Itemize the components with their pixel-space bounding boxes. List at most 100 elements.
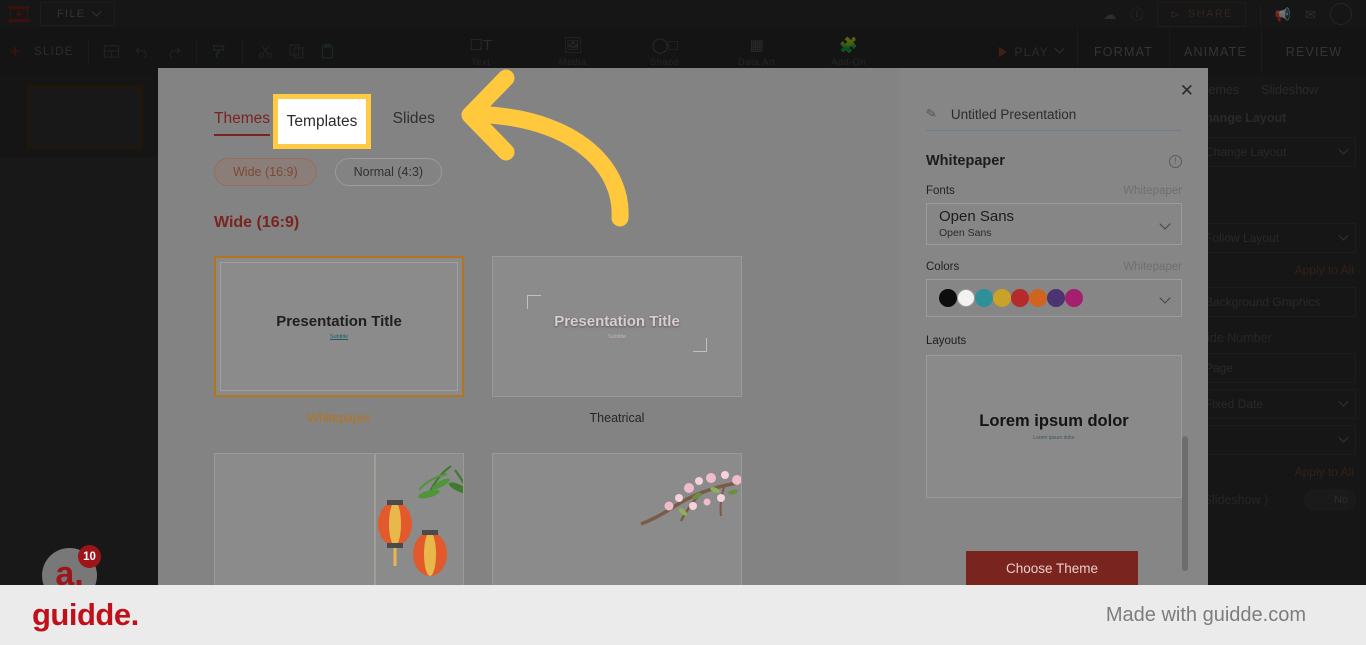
tab-templates[interactable]: Templates bbox=[273, 94, 371, 149]
share-button[interactable]: ⊳ SHARE bbox=[1157, 1, 1246, 27]
apply-to-all-link[interactable]: Apply to All bbox=[1186, 259, 1366, 281]
font-secondary: Open Sans bbox=[939, 226, 992, 239]
presentation-name[interactable]: Untitled Presentation bbox=[951, 107, 1076, 122]
color-swatch[interactable] bbox=[1011, 289, 1029, 307]
pencil-icon[interactable]: ✎ bbox=[925, 105, 939, 123]
insert-tool-add-on[interactable]: 🧩 Add-On bbox=[822, 36, 876, 68]
add-slide-plus-icon[interactable]: + bbox=[10, 42, 20, 62]
colors-label: Colors bbox=[926, 261, 960, 273]
share-label: SHARE bbox=[1188, 8, 1233, 20]
color-swatch[interactable] bbox=[957, 289, 975, 307]
change-layout-heading: Change Layout bbox=[1196, 111, 1287, 125]
insert-tool-data-art[interactable]: ▦ Data Art bbox=[730, 36, 784, 68]
tab-review[interactable]: REVIEW bbox=[1261, 28, 1366, 75]
paint-roller-icon[interactable] bbox=[211, 43, 228, 60]
presentation-title-row[interactable]: ✎ Untitled Presentation bbox=[900, 68, 1208, 122]
change-layout-value: Change Layout bbox=[1205, 145, 1287, 159]
theme-name: Whitepaper bbox=[926, 153, 1005, 169]
chevron-down-icon bbox=[1159, 292, 1171, 304]
chevron-down-icon bbox=[1338, 144, 1349, 155]
fonts-source: Whitepaper bbox=[1123, 185, 1182, 197]
template-card-whitepaper[interactable]: Presentation Title Subtitle Whitepaper bbox=[214, 256, 464, 425]
chevron-down-icon[interactable] bbox=[1054, 43, 1065, 54]
fonts-label: Fonts bbox=[926, 185, 955, 197]
guidde-banner: guidde. Made with guidde.com bbox=[0, 585, 1366, 645]
slideshow-toggle[interactable]: No bbox=[1304, 489, 1356, 511]
shapes-icon: ◯□ bbox=[651, 37, 678, 54]
layout-preview-title: Lorem ipsum dolor bbox=[979, 412, 1129, 430]
presentation-play-icon[interactable] bbox=[8, 5, 30, 23]
color-swatch[interactable] bbox=[993, 289, 1011, 307]
apply-to-all-link-2[interactable]: Apply to All bbox=[1186, 461, 1366, 483]
file-menu-button[interactable]: FILE bbox=[40, 2, 116, 26]
layouts-scrollbar[interactable] bbox=[1182, 436, 1188, 571]
empty-select[interactable] bbox=[1196, 425, 1356, 455]
preview-subtitle: Subtitle bbox=[607, 334, 627, 340]
info-icon[interactable]: ⓘ bbox=[1130, 8, 1143, 21]
template-preview: Presentation Title Subtitle bbox=[214, 256, 464, 397]
divider bbox=[1259, 5, 1261, 23]
font-select[interactable]: Open Sans Open Sans bbox=[926, 203, 1182, 245]
color-palette-select[interactable] bbox=[926, 279, 1182, 317]
layouts-label: Layouts bbox=[926, 335, 967, 347]
close-icon[interactable]: ✕ bbox=[1180, 82, 1194, 99]
color-swatch[interactable] bbox=[939, 289, 957, 307]
cloud-check-icon[interactable]: ☁ bbox=[1103, 8, 1116, 21]
curved-left-arrow-annotation bbox=[461, 69, 629, 227]
template-name: Theatrical bbox=[589, 411, 645, 425]
slide-thumbnail-1[interactable] bbox=[27, 85, 143, 149]
color-swatch[interactable] bbox=[1065, 289, 1083, 307]
file-menu-label: FILE bbox=[57, 8, 86, 20]
lantern-decoration-icon bbox=[374, 454, 463, 585]
layout-preview[interactable]: Lorem ipsum dolor Lorem ipsum dolor bbox=[926, 355, 1182, 498]
colors-source: Whitepaper bbox=[1123, 261, 1182, 273]
undo-icon[interactable] bbox=[134, 43, 151, 60]
template-card-theatrical[interactable]: Presentation Title Subtitle Theatrical bbox=[492, 256, 742, 425]
template-preview bbox=[214, 453, 464, 585]
template-card-blossom[interactable] bbox=[492, 453, 742, 585]
toggle-value: No bbox=[1333, 494, 1348, 506]
follow-layout-value: Follow Layout bbox=[1205, 231, 1280, 245]
copy-icon[interactable] bbox=[288, 43, 305, 60]
chevron-down-icon bbox=[1338, 396, 1349, 407]
tab-themes[interactable]: Themes bbox=[214, 110, 270, 136]
color-swatch[interactable] bbox=[1029, 289, 1047, 307]
paste-icon[interactable] bbox=[319, 43, 336, 60]
template-preview bbox=[492, 453, 742, 585]
made-with-label: Made with guidde.com bbox=[1105, 603, 1306, 626]
choose-theme-button[interactable]: Choose Theme bbox=[966, 551, 1138, 585]
tab-slideshow[interactable]: Slideshow bbox=[1261, 83, 1318, 97]
page-field[interactable]: Page bbox=[1196, 353, 1356, 383]
properties-panel-tabs: Themes Slideshow bbox=[1186, 75, 1366, 97]
layout-grid-icon[interactable] bbox=[103, 43, 120, 60]
chip-wide-16-9[interactable]: Wide (16:9) bbox=[214, 158, 317, 186]
play-triangle-icon bbox=[999, 46, 1008, 57]
text-box-icon: ☐T bbox=[469, 37, 492, 54]
add-slide-label[interactable]: SLIDE bbox=[34, 46, 74, 58]
properties-panel: Themes Slideshow Change Layout Change La… bbox=[1186, 75, 1366, 645]
scissors-icon[interactable] bbox=[257, 43, 274, 60]
divider bbox=[87, 40, 89, 63]
preview-title: Presentation Title bbox=[276, 313, 402, 330]
megaphone-icon[interactable]: 📢 bbox=[1275, 8, 1291, 21]
info-circle-icon[interactable]: ! bbox=[1169, 154, 1182, 168]
background-graphics-label: Background Graphics bbox=[1205, 295, 1321, 309]
color-swatch[interactable] bbox=[1047, 289, 1065, 307]
template-grid: Presentation Title Subtitle Whitepaper P… bbox=[158, 232, 900, 585]
fixed-date-select[interactable]: Fixed Date bbox=[1196, 389, 1356, 419]
slideshow-toggle-row: ( Slideshow ) No bbox=[1196, 489, 1356, 511]
change-layout-select[interactable]: Change Layout bbox=[1196, 137, 1356, 167]
font-primary: Open Sans bbox=[939, 208, 1015, 226]
theme-picker-modal: Themes Templates Slides Templates Wide (… bbox=[158, 68, 1208, 585]
follow-layout-select[interactable]: Follow Layout bbox=[1196, 223, 1356, 253]
app-top-bar: FILE ☁ ⓘ ⊳ SHARE 📢 ✉ bbox=[0, 0, 1366, 28]
avatar[interactable] bbox=[1330, 3, 1352, 25]
insert-tool-label: Add-On bbox=[831, 56, 867, 68]
mail-edit-icon[interactable]: ✉ bbox=[1305, 8, 1316, 21]
color-swatch[interactable] bbox=[975, 289, 993, 307]
color-swatches bbox=[939, 289, 1083, 307]
puzzle-piece-icon: 🧩 bbox=[839, 37, 859, 54]
template-card-lantern[interactable] bbox=[214, 453, 464, 585]
background-graphics-field[interactable]: Background Graphics bbox=[1196, 287, 1356, 317]
redo-icon[interactable] bbox=[165, 43, 182, 60]
